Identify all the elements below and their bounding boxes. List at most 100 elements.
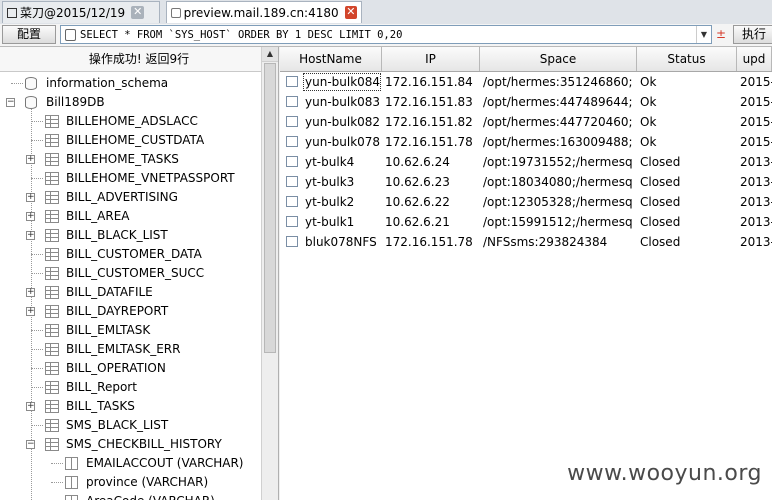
table-row[interactable]: yt-bulk4 10.62.6.24/opt:19731552;/hermesq…: [280, 152, 772, 172]
expand-icon[interactable]: +: [26, 307, 35, 316]
tree-table-node[interactable]: BILL_CUSTOMER_SUCC: [0, 264, 260, 283]
table-cell[interactable]: 2013-: [737, 232, 772, 252]
row-marker-icon[interactable]: [286, 196, 298, 207]
tree-scrollbar[interactable]: ▲: [261, 47, 278, 500]
table-cell[interactable]: /opt:19731552;/hermesq: [480, 152, 637, 172]
chevron-down-icon[interactable]: ▼: [696, 26, 711, 43]
close-icon[interactable]: ✕: [131, 6, 145, 19]
table-cell[interactable]: 2015-: [737, 72, 772, 92]
table-cell[interactable]: yt-bulk3: [302, 172, 382, 192]
table-row[interactable]: yun-bulk083 172.16.151.83/opt/hermes:4474…: [280, 92, 772, 112]
table-cell[interactable]: Closed: [637, 172, 737, 192]
table-cell[interactable]: 172.16.151.82: [382, 112, 480, 132]
table-row[interactable]: bluk078NFS 172.16.151.78/NFSsms:293824384…: [280, 232, 772, 252]
tree-table-node[interactable]: BILL_Report: [0, 378, 260, 397]
column-header[interactable]: Space: [480, 47, 637, 71]
expand-icon[interactable]: +: [26, 231, 35, 240]
table-cell[interactable]: yun-bulk084: [302, 72, 382, 92]
column-header[interactable]: Status: [637, 47, 737, 71]
tree-table-node[interactable]: BILLEHOME_ADSLACC: [0, 112, 260, 131]
tree-table-node[interactable]: SMS_BLACK_LIST: [0, 416, 260, 435]
table-cell[interactable]: Closed: [637, 232, 737, 252]
plus-minus-icon[interactable]: ±: [716, 27, 726, 41]
table-cell[interactable]: Ok: [637, 72, 737, 92]
tree-table-node[interactable]: + BILL_ADVERTISING: [0, 188, 260, 207]
tree-table-node[interactable]: + BILL_BLACK_LIST: [0, 226, 260, 245]
expand-icon[interactable]: +: [26, 155, 35, 164]
tab-caidao[interactable]: 菜刀@2015/12/19 ✕: [2, 1, 160, 23]
table-cell[interactable]: /opt/hermes:163009488;: [480, 132, 637, 152]
table-cell[interactable]: yt-bulk2: [302, 192, 382, 212]
table-cell[interactable]: 10.62.6.22: [382, 192, 480, 212]
table-cell[interactable]: Ok: [637, 112, 737, 132]
sql-input[interactable]: [80, 28, 696, 41]
table-cell[interactable]: /opt/hermes:447720460;: [480, 112, 637, 132]
tree-table-node[interactable]: − SMS_CHECKBILL_HISTORY: [0, 435, 260, 454]
row-marker-icon[interactable]: [286, 216, 298, 227]
table-cell[interactable]: yt-bulk4: [302, 152, 382, 172]
table-cell[interactable]: /opt/hermes:351246860;: [480, 72, 637, 92]
tree-table-node[interactable]: BILLEHOME_VNETPASSPORT: [0, 169, 260, 188]
collapse-icon[interactable]: −: [26, 440, 35, 449]
table-cell[interactable]: 2015-: [737, 112, 772, 132]
table-cell[interactable]: Closed: [637, 152, 737, 172]
table-cell[interactable]: /NFSsms:293824384: [480, 232, 637, 252]
table-cell[interactable]: yt-bulk1: [302, 212, 382, 232]
table-cell[interactable]: /opt:15991512;/hermesq: [480, 212, 637, 232]
column-header[interactable]: IP: [382, 47, 480, 71]
column-header[interactable]: upd: [737, 47, 772, 71]
tree-column-node[interactable]: AreaCode (VARCHAR): [0, 492, 260, 500]
table-cell[interactable]: 10.62.6.24: [382, 152, 480, 172]
tree-column-node[interactable]: province (VARCHAR): [0, 473, 260, 492]
tree-table-node[interactable]: + BILL_TASKS: [0, 397, 260, 416]
table-cell[interactable]: Ok: [637, 132, 737, 152]
row-marker-icon[interactable]: [286, 176, 298, 187]
table-cell[interactable]: 10.62.6.21: [382, 212, 480, 232]
tree-table-node[interactable]: BILL_EMLTASK: [0, 321, 260, 340]
table-row[interactable]: yun-bulk078 172.16.151.78/opt/hermes:1630…: [280, 132, 772, 152]
tab-preview-mail[interactable]: preview.mail.189.cn:4180 ✕: [166, 1, 362, 23]
table-cell[interactable]: 2015-: [737, 92, 772, 112]
table-cell[interactable]: 2013-: [737, 172, 772, 192]
collapse-icon[interactable]: −: [6, 98, 15, 107]
table-row[interactable]: yun-bulk082 172.16.151.82/opt/hermes:4477…: [280, 112, 772, 132]
config-button[interactable]: 配置: [2, 25, 56, 44]
table-cell[interactable]: /opt:12305328;/hermesq: [480, 192, 637, 212]
tree-table-node[interactable]: BILL_CUSTOMER_DATA: [0, 245, 260, 264]
row-marker-icon[interactable]: [286, 116, 298, 127]
table-cell[interactable]: yun-bulk082: [302, 112, 382, 132]
execute-button[interactable]: 执行: [733, 25, 772, 44]
tree-table-node[interactable]: + BILL_DAYREPORT: [0, 302, 260, 321]
table-cell[interactable]: Closed: [637, 212, 737, 232]
table-cell[interactable]: 172.16.151.78: [382, 132, 480, 152]
table-cell[interactable]: Closed: [637, 192, 737, 212]
table-cell[interactable]: /opt/hermes:447489644;: [480, 92, 637, 112]
table-cell[interactable]: 172.16.151.83: [382, 92, 480, 112]
table-cell[interactable]: bluk078NFS: [302, 232, 382, 252]
tree-table-node[interactable]: + BILLEHOME_TASKS: [0, 150, 260, 169]
expand-icon[interactable]: +: [26, 288, 35, 297]
expand-icon[interactable]: +: [26, 402, 35, 411]
table-cell[interactable]: 2013-: [737, 212, 772, 232]
table-cell[interactable]: yun-bulk078: [302, 132, 382, 152]
table-cell[interactable]: 172.16.151.78: [382, 232, 480, 252]
column-header[interactable]: HostName: [280, 47, 382, 71]
table-cell[interactable]: 10.62.6.23: [382, 172, 480, 192]
row-marker-icon[interactable]: [286, 236, 298, 247]
tree-table-node[interactable]: + BILL_AREA: [0, 207, 260, 226]
expand-icon[interactable]: +: [26, 193, 35, 202]
close-icon[interactable]: ✕: [344, 6, 357, 19]
table-row[interactable]: yt-bulk2 10.62.6.22/opt:12305328;/hermesq…: [280, 192, 772, 212]
tree-table-node[interactable]: + BILL_DATAFILE: [0, 283, 260, 302]
scroll-up-icon[interactable]: ▲: [262, 47, 278, 62]
scrollbar-thumb[interactable]: [264, 63, 276, 353]
tree-table-node[interactable]: BILL_OPERATION: [0, 359, 260, 378]
table-row[interactable]: yun-bulk084 172.16.151.84/opt/hermes:3512…: [280, 72, 772, 92]
row-marker-icon[interactable]: [286, 76, 298, 87]
table-cell[interactable]: 2013-: [737, 152, 772, 172]
table-cell[interactable]: 2013-: [737, 192, 772, 212]
row-marker-icon[interactable]: [286, 136, 298, 147]
tree-table-node[interactable]: BILLEHOME_CUSTDATA: [0, 131, 260, 150]
tree-column-node[interactable]: EMAILACCOUT (VARCHAR): [0, 454, 260, 473]
table-cell[interactable]: Ok: [637, 92, 737, 112]
